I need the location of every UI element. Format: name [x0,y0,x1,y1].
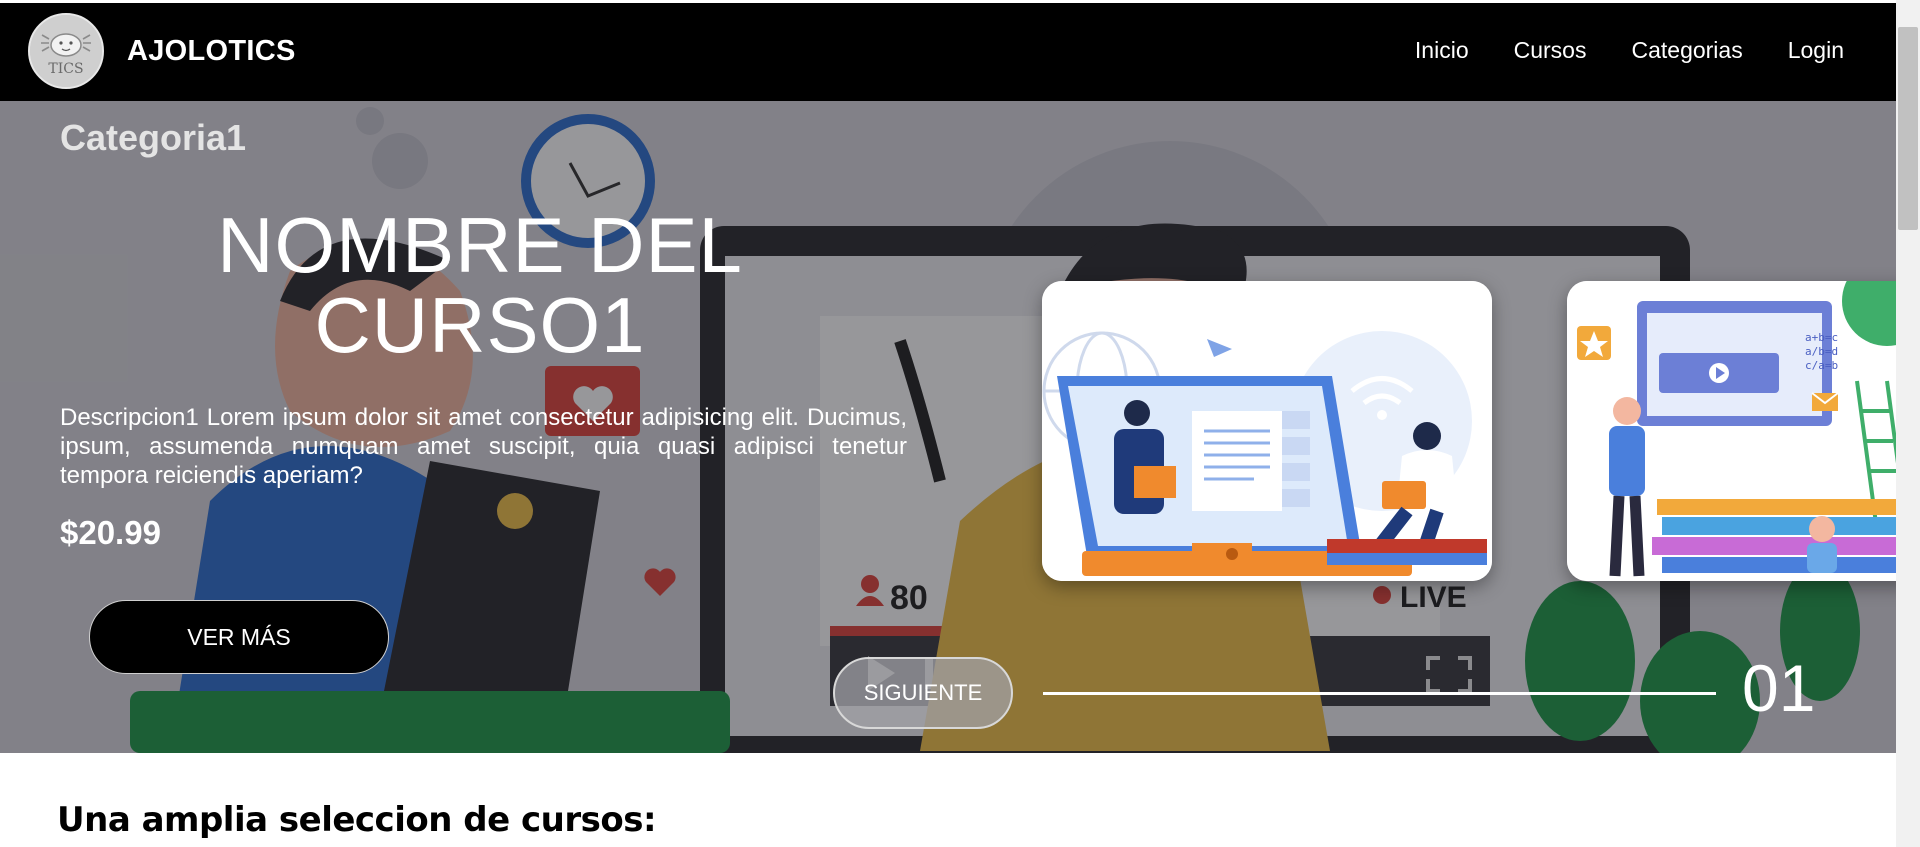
svg-text:a+b=c: a+b=c [1805,331,1838,344]
axolotl-logo-icon[interactable]: TICS [28,13,104,89]
section-title: Una amplia seleccion de cursos: [57,800,657,840]
mail-icon [1811,392,1839,411]
nav-link-inicio[interactable]: Inicio [1415,37,1469,64]
svg-text:a/b=d: a/b=d [1805,345,1838,358]
course-card-2-image: a+b=c a/b=d c/a=b [1567,281,1896,581]
course-card-2[interactable]: a+b=c a/b=d c/a=b [1567,281,1896,581]
carousel-progress-line [1043,692,1716,695]
svg-text:TICS: TICS [48,61,83,77]
carousel-counter: 01 [1742,651,1816,725]
nav-link-login[interactable]: Login [1788,37,1844,64]
course-description: Descripcion1 Lorem ipsum dolor sit amet … [60,404,907,489]
siguiente-button[interactable]: SIGUIENTE [833,657,1013,729]
scrollbar-thumb[interactable] [1898,27,1918,230]
brand-name[interactable]: AJOLOTICS [127,35,296,68]
svg-text:c/a=b: c/a=b [1805,359,1838,372]
navbar: TICS AJOLOTICS Inicio Cursos Categorias … [0,3,1896,101]
course-card-1[interactable] [1042,281,1492,581]
course-category: Categoria1 [60,117,247,158]
nav-link-categorias[interactable]: Categorias [1631,37,1742,64]
star-icon [1577,326,1611,360]
course-card-1-image [1042,281,1492,581]
course-title: NOMBRE DEL CURSO1 [217,201,743,369]
hero-carousel: 80 LIVE Categoria1 NOMBRE DEL CURSO1 Des… [0,101,1896,753]
course-price: $20.99 [60,514,161,551]
nav-menu: Inicio Cursos Categorias Login [1415,37,1844,64]
nav-link-cursos[interactable]: Cursos [1514,37,1587,64]
ver-mas-button[interactable]: VER MÁS [89,600,389,674]
